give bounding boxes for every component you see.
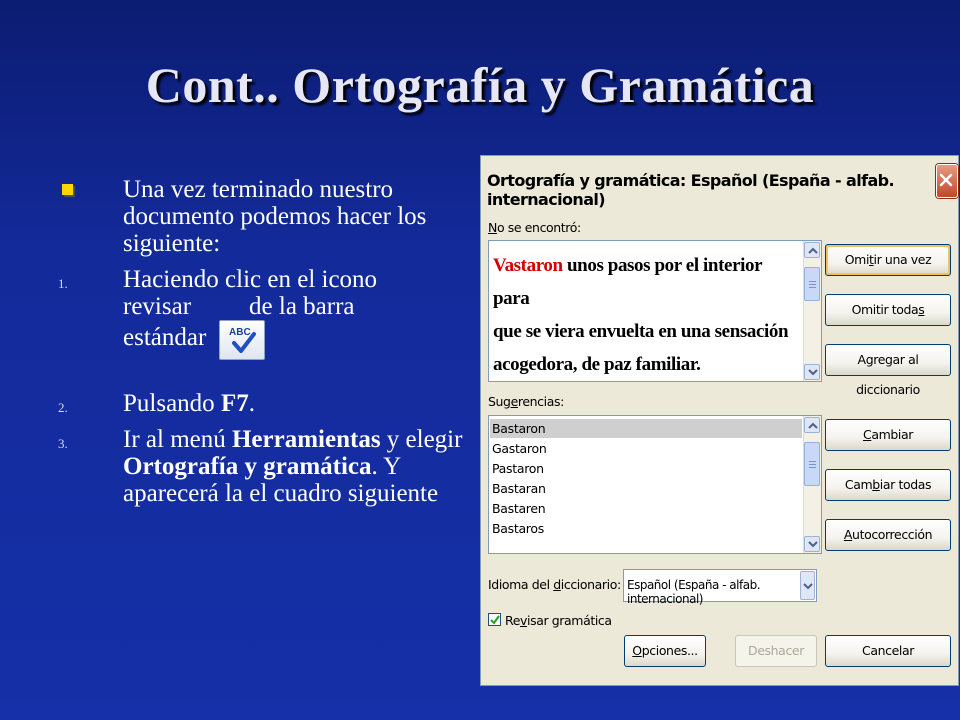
dropdown-button[interactable] [800, 571, 815, 600]
scroll-down-button[interactable] [804, 364, 820, 380]
spellcheck-abc-icon: ABC [218, 320, 265, 360]
chevron-down-icon [803, 583, 813, 590]
slide-content: Una vez terminado nuestro documento pode… [58, 176, 468, 516]
item-number: 2. [58, 400, 68, 415]
ignore-once-button[interactable]: Omitir una vez [825, 244, 951, 276]
suggestions-label: Sugerencias: [488, 394, 564, 409]
spelling-grammar-dialog: Ortografía y gramática: Español (España … [480, 155, 959, 686]
item-number: 1. [58, 276, 68, 291]
item-text-end: . [248, 390, 255, 417]
not-found-textbox[interactable]: Vastaron unos pasos por el interior para… [488, 240, 822, 382]
numbered-item-3: 3. Ir al menú Herramientas y elegir Orto… [58, 426, 468, 507]
dialog-title-bar: Ortografía y gramática: Español (España … [481, 156, 958, 209]
chevron-down-icon [808, 369, 818, 376]
suggestions-scrollbar[interactable] [803, 416, 821, 553]
item-text-line2a: revisar [123, 293, 192, 320]
bullet-item: Una vez terminado nuestro documento pode… [58, 176, 468, 257]
suggestion-item[interactable]: Bastaren [490, 499, 802, 518]
suggestions-list[interactable]: Bastaron Gastaron Pastaron Bastaran Bast… [488, 415, 822, 554]
scroll-thumb[interactable] [804, 442, 820, 486]
not-found-text: Vastaron unos pasos por el interior para… [493, 255, 789, 375]
language-value: Español (España - alfab. internacional) [627, 578, 761, 606]
not-found-label: No se encontró: [488, 220, 581, 235]
add-to-dictionary-button[interactable]: Agregar al diccionario [825, 344, 951, 397]
suggestion-item[interactable]: Bastaran [490, 479, 802, 498]
item-number: 3. [58, 436, 68, 451]
numbered-item-1: 1. Haciendo clic en el icono revisar de l… [58, 266, 468, 360]
item-bold-key: F7 [220, 390, 249, 417]
suggestion-item[interactable]: Bastaros [490, 519, 802, 538]
chevron-up-icon [808, 247, 818, 254]
change-button[interactable]: Cambiar [825, 419, 951, 451]
dialog-title: Ortografía y gramática: Español (España … [487, 171, 895, 209]
options-button[interactable]: Opciones... [624, 635, 706, 667]
change-all-button[interactable]: Cambiar todas [825, 469, 951, 501]
item-text-mid: y elegir [380, 426, 463, 453]
grammar-check-label[interactable]: Revisar gramática [505, 613, 612, 628]
suggestion-item[interactable]: Gastaron [490, 439, 802, 458]
scroll-down-button[interactable] [804, 536, 820, 552]
item-text: Ir al menú [123, 426, 232, 453]
item-text-line1: Haciendo clic en el icono [123, 266, 378, 293]
svg-text:ABC: ABC [229, 327, 251, 338]
item-text: Pulsando [123, 390, 221, 417]
suggestion-item[interactable]: Bastaron [490, 419, 802, 438]
checkmark-icon [490, 615, 500, 625]
numbered-item-2: 2. Pulsando F7. [58, 390, 468, 417]
undo-button[interactable]: Deshacer [735, 635, 817, 667]
item-text-line2b: de la barra [249, 293, 355, 320]
item-bold-command: Ortografía y gramática [123, 453, 372, 480]
chevron-up-icon [808, 422, 818, 429]
item-bold-menu: Herramientas [231, 426, 381, 453]
misspelled-word: Vastaron [493, 255, 563, 276]
slide-title: Cont.. Ortografía y Gramática [145, 57, 815, 113]
cancel-button[interactable]: Cancelar [825, 635, 951, 667]
grammar-check-checkbox[interactable] [488, 613, 501, 626]
autocorrect-button[interactable]: Autocorrección [825, 519, 951, 551]
close-button[interactable] [936, 164, 958, 198]
bullet-square-icon [62, 184, 73, 195]
dictionary-language-select[interactable]: Español (España - alfab. internacional) [623, 569, 817, 606]
ignore-all-button[interactable]: Omitir todas [825, 294, 951, 326]
scroll-thumb[interactable] [804, 267, 820, 301]
scroll-up-button[interactable] [804, 242, 820, 258]
chevron-down-icon [808, 541, 818, 548]
item-text-line3: estándar [123, 324, 207, 351]
close-icon [939, 173, 953, 187]
bullet-text: Una vez terminado nuestro documento pode… [123, 176, 427, 257]
scroll-up-button[interactable] [804, 417, 820, 433]
suggestion-item[interactable]: Pastaron [490, 459, 802, 478]
not-found-scrollbar[interactable] [803, 241, 821, 381]
dictionary-language-label: Idioma del diccionario: [488, 577, 621, 592]
